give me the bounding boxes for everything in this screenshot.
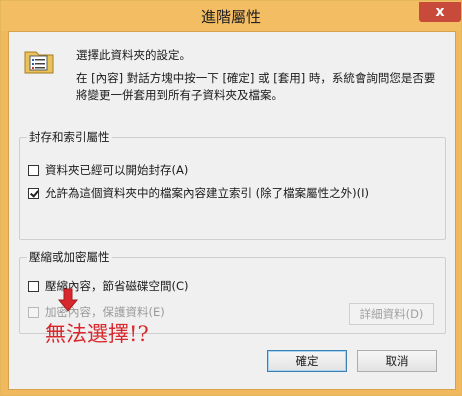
folder-properties-icon xyxy=(24,51,54,74)
archive-checkbox-label[interactable]: 資料夾已經可以開始封存(A) xyxy=(45,162,188,178)
dialog-title: 進階屬性 xyxy=(200,8,261,26)
archive-checkbox[interactable] xyxy=(28,164,39,176)
index-checkbox-label[interactable]: 允許為這個資料夾中的檔案內容建立索引 (除了檔案屬性之外)(I) xyxy=(45,185,369,201)
archive-option[interactable]: 資料夾已經可以開始封存(A) xyxy=(28,162,188,178)
annotation-text: 無法選擇!? xyxy=(45,322,149,346)
compress-checkbox[interactable] xyxy=(28,280,39,292)
close-icon: x xyxy=(435,4,445,20)
encrypt-checkbox xyxy=(28,306,39,318)
close-button[interactable]: x xyxy=(419,2,461,22)
compress-option[interactable]: 壓縮內容，節省磁碟空間(C) xyxy=(28,278,189,294)
compress-encrypt-group-label: 壓縮或加密屬性 xyxy=(27,249,112,265)
details-button: 詳細資料(D) xyxy=(349,303,434,325)
intro-description-cont: 將變更一併套用到所有子資料夾及檔案。 xyxy=(76,88,283,102)
arrow-down-icon xyxy=(58,288,78,312)
index-checkbox[interactable] xyxy=(28,187,39,199)
index-option[interactable]: 允許為這個資料夾中的檔案內容建立索引 (除了檔案屬性之外)(I) xyxy=(28,185,369,201)
intro-description: 在 [內容] 對話方塊中按一下 [確定] 或 [套用] 時，系統會詢問您是否要 xyxy=(76,71,436,85)
cancel-button[interactable]: 取消 xyxy=(357,350,437,372)
archive-index-group: 封存和索引屬性 資料夾已經可以開始封存(A) 允許為這個資料夾中的檔案內容建立索… xyxy=(19,129,446,240)
archive-index-group-label: 封存和索引屬性 xyxy=(27,129,112,145)
intro-text: 選擇此資料夾的設定。 xyxy=(76,48,191,62)
ok-button[interactable]: 確定 xyxy=(267,350,347,372)
title-bar[interactable]: 進階屬性 x xyxy=(1,1,461,31)
